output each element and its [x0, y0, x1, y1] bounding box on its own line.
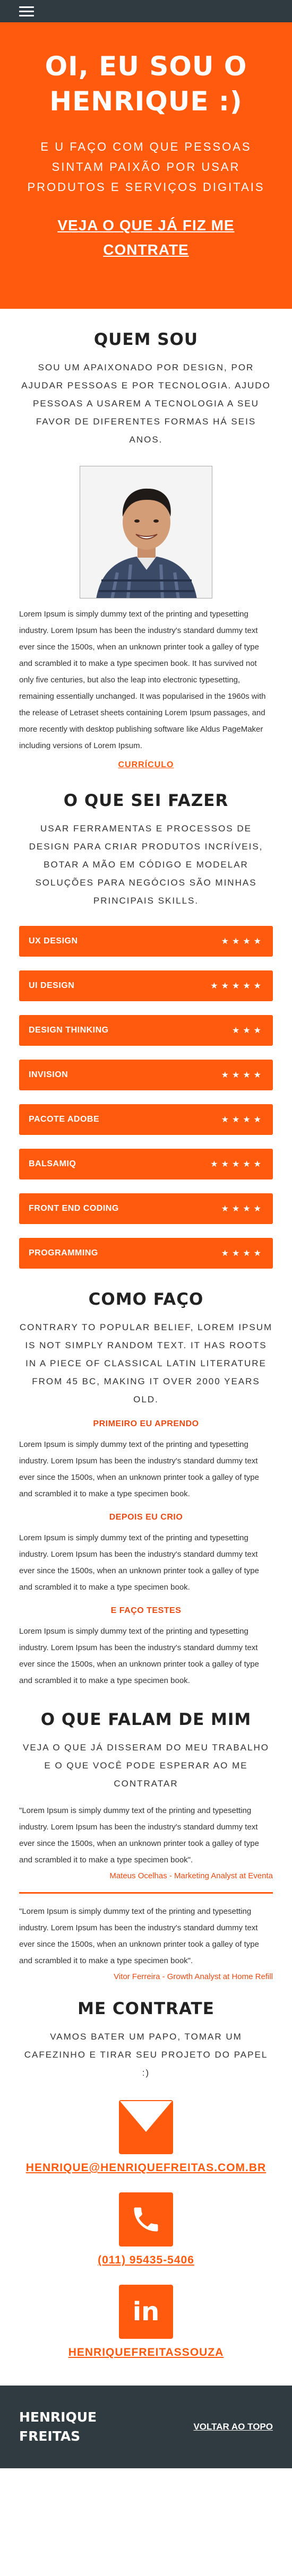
linkedin-icon[interactable]: in	[119, 2285, 173, 2339]
skill-bar-programming[interactable]: PROGRAMMING ★★★★	[19, 1238, 273, 1269]
hamburger-menu-icon[interactable]	[19, 6, 34, 16]
contact-phone: (011) 95435-5406	[19, 2192, 273, 2267]
process-step-text: Lorem Ipsum is simply dummy text of the …	[19, 1440, 259, 1498]
hero-title: OI, EU SOU O HENRIQUE :)	[45, 51, 247, 117]
process-step-title: PRIMEIRO EU APRENDO	[93, 1419, 199, 1428]
about-title: QUEM SOU	[93, 330, 199, 349]
skills-intro: USAR FERRAMENTAS E PROCESSOS DE DESIGN P…	[29, 823, 263, 906]
envelope-icon[interactable]	[119, 2100, 173, 2154]
skill-bar-design-thinking[interactable]: DESIGN THINKING ★★★	[19, 1015, 273, 1046]
skill-name: PROGRAMMING	[29, 1248, 98, 1257]
skill-rating-stars: ★★★★	[221, 1204, 264, 1213]
about-body-text: Lorem Ipsum is simply dummy text of the …	[19, 610, 266, 750]
skill-rating-stars: ★★★★★	[210, 1160, 264, 1169]
phone-icon[interactable]	[119, 2192, 173, 2247]
testimonials-section: O QUE FALAM DE MIM VEJA O QUE JÁ DISSERA…	[0, 1689, 292, 1989]
process-title: COMO FAÇO	[88, 1290, 204, 1309]
cv-link[interactable]: CURRÍCULO	[118, 760, 174, 770]
skill-rating-stars: ★★★★★	[210, 982, 264, 991]
skill-bar-ui-design[interactable]: UI DESIGN ★★★★★	[19, 970, 273, 1001]
skill-rating-stars: ★★★★	[221, 1115, 264, 1124]
testimonial-author: Vitor Ferreira - Growth Analyst at Home …	[114, 1972, 273, 1981]
skills-title: O QUE SEI FAZER	[63, 791, 229, 810]
skill-bar-invision[interactable]: INVISION ★★★★	[19, 1060, 273, 1090]
skills-list: UX DESIGN ★★★★ UI DESIGN ★★★★★ DESIGN TH…	[19, 926, 273, 1269]
top-nav-bar	[0, 0, 292, 22]
skill-bar-ux-design[interactable]: UX DESIGN ★★★★	[19, 926, 273, 957]
skill-bar-balsamiq[interactable]: BALSAMIQ ★★★★★	[19, 1149, 273, 1179]
testimonial-divider	[19, 1892, 273, 1894]
skills-section: O QUE SEI FAZER USAR FERRAMENTAS E PROCE…	[0, 770, 292, 1269]
process-step-text: Lorem Ipsum is simply dummy text of the …	[19, 1533, 259, 1592]
contact-email: HENRIQUE@HENRIQUEFREITAS.COM.BR	[19, 2100, 273, 2174]
skill-name: BALSAMIQ	[29, 1159, 76, 1168]
hero-section: OI, EU SOU O HENRIQUE :) E U FAÇO COM QU…	[0, 22, 292, 309]
process-section: COMO FAÇO CONTRARY TO POPULAR BELIEF, LO…	[0, 1282, 292, 1689]
skill-rating-stars: ★★★	[231, 1026, 264, 1035]
linkedin-link[interactable]: HENRIQUEFREITASSOUZA	[68, 2346, 224, 2359]
skill-name: PACOTE ADOBE	[29, 1115, 100, 1124]
process-step-title: E FAÇO TESTES	[110, 1606, 182, 1615]
contact-section: ME CONTRATE VAMOS BATER UM PAPO, TOMAR U…	[0, 1989, 292, 2359]
skill-name: FRONT END CODING	[29, 1204, 119, 1213]
email-link[interactable]: HENRIQUE@HENRIQUEFREITAS.COM.BR	[26, 2162, 266, 2174]
testimonial-quote: "Lorem Ipsum is simply dummy text of the…	[19, 1907, 259, 1965]
process-step-title: DEPOIS EU CRIO	[109, 1513, 183, 1522]
skill-name: UI DESIGN	[29, 981, 75, 990]
testimonials-intro: VEJA O QUE JÁ DISSERAM DO MEU TRABALHO E…	[23, 1742, 269, 1789]
back-to-top-link[interactable]: VOLTAR AO TOPO	[193, 2422, 273, 2432]
skill-name: UX DESIGN	[29, 936, 78, 946]
profile-portrait-illustration	[80, 466, 212, 598]
process-step-text: Lorem Ipsum is simply dummy text of the …	[19, 1627, 259, 1685]
linkedin-icon-text: in	[132, 2297, 160, 2327]
skill-rating-stars: ★★★★	[221, 937, 264, 946]
testimonial-quote: "Lorem Ipsum is simply dummy text of the…	[19, 1806, 259, 1864]
skill-rating-stars: ★★★★	[221, 1071, 264, 1080]
about-intro: SOU UM APAIXONADO POR DESIGN, POR AJUDAR…	[21, 362, 271, 445]
skill-bar-front-end-coding[interactable]: FRONT END CODING ★★★★	[19, 1193, 273, 1224]
testimonials-title: O QUE FALAM DE MIM	[40, 1710, 252, 1729]
hero-subtitle: E U FAÇO COM QUE PESSOAS SINTAM PAIXÃO P…	[27, 140, 265, 194]
skill-rating-stars: ★★★★	[221, 1249, 264, 1258]
phone-link[interactable]: (011) 95435-5406	[98, 2254, 194, 2267]
skill-bar-pacote-adobe[interactable]: PACOTE ADOBE ★★★★	[19, 1104, 273, 1135]
skill-name: INVISION	[29, 1070, 68, 1079]
about-section: QUEM SOU SOU UM APAIXONADO POR DESIGN, P…	[0, 309, 292, 770]
hero-cta-link[interactable]: VEJA O QUE JÁ FIZ ME CONTRATE	[21, 213, 271, 262]
footer-name: HENRIQUE FREITAS	[19, 2409, 97, 2444]
profile-photo	[80, 466, 212, 599]
process-intro: CONTRARY TO POPULAR BELIEF, LOREM IPSUM …	[19, 1322, 273, 1404]
testimonial-author: Mateus Ocelhas - Marketing Analyst at Ev…	[109, 1871, 273, 1880]
footer: HENRIQUE FREITAS VOLTAR AO TOPO	[0, 2386, 292, 2468]
contact-intro: VAMOS BATER UM PAPO, TOMAR UM CAFEZINHO …	[24, 2032, 268, 2078]
contact-linkedin: in HENRIQUEFREITASSOUZA	[19, 2285, 273, 2359]
skill-name: DESIGN THINKING	[29, 1026, 109, 1035]
contact-title: ME CONTRATE	[78, 1999, 214, 2018]
